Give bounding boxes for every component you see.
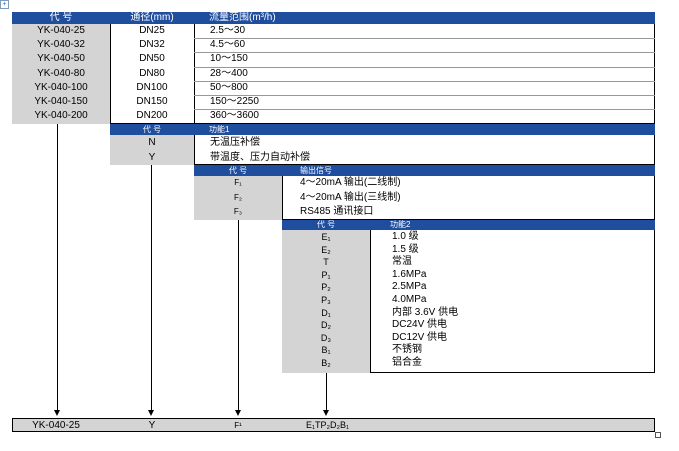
table4-desc-cell: 内部 3.6V 供电	[392, 306, 459, 318]
example-function1: Y	[148, 420, 156, 431]
example-function2: E₁TP₂D₂B₁	[306, 420, 350, 430]
table4-code-cell: D₂	[321, 320, 331, 331]
table1-flow-cell: 10～150	[210, 53, 248, 65]
table4-code-cell: E₁	[321, 232, 331, 242]
table1-diameter-cell: DN200	[136, 110, 168, 122]
table2-code-cell: Y	[148, 151, 156, 163]
table4-desc-cell: DC24V 供电	[392, 319, 448, 331]
table4-code-cell: P₂	[321, 282, 331, 293]
table1-header-diameter: 通径(mm)	[130, 12, 174, 23]
table1-row-rule	[194, 80, 655, 82]
table3-desc-cell: 4～20mA 输出(二线制)	[300, 177, 401, 188]
connector-line-function1	[151, 165, 152, 411]
connector-line-output	[238, 220, 239, 411]
move-handle-icon[interactable]: +	[0, 0, 9, 9]
table1-row-rule	[194, 52, 655, 54]
table1-header-row: 代 号 通径(mm) 流量范围(m³/h)	[12, 12, 655, 24]
table1-code-cell: YK-040-32	[37, 39, 85, 51]
table2-desc-cell: 无温压补偿	[210, 137, 260, 148]
table3-desc-cell: 4～20mA 输出(三线制)	[300, 191, 401, 203]
table3-header-row: 代 号 输出信号	[194, 165, 655, 176]
table3-header-output: 输出信号	[300, 166, 332, 175]
table1-diameter-cell: DN150	[136, 96, 168, 107]
table4-code-cell: P₁	[321, 269, 331, 280]
table4-code-cell: D₃	[320, 332, 332, 343]
table2-header-function1: 功能1	[209, 125, 230, 134]
arrow-down-icon	[235, 410, 241, 416]
table1-row-rule	[194, 38, 655, 40]
arrow-down-icon	[323, 410, 329, 416]
table4-desc-cell: 1.5 级	[392, 243, 419, 255]
table4-divider	[370, 230, 371, 373]
table1-diameter-cell: DN32	[139, 39, 165, 51]
connector-line-model	[57, 124, 58, 411]
table3-code-cell: F₂	[234, 192, 242, 202]
table4-code-cell: E₂	[321, 244, 331, 255]
table2-header-code: 代 号	[142, 125, 162, 134]
table1-flow-cell: 28～400	[210, 67, 248, 79]
table1-diameter-cell: DN25	[139, 25, 165, 36]
table1-diameter-cell: DN50	[139, 53, 165, 65]
table1-flow-cell: 50～800	[210, 81, 248, 93]
arrow-down-icon	[148, 410, 154, 416]
table4-code-cell: D₁	[321, 307, 331, 318]
table2-divider	[194, 135, 195, 165]
table1-row-rule	[194, 66, 655, 68]
arrow-down-icon	[54, 410, 60, 416]
example-model: YK-040-25	[32, 420, 80, 431]
table4-header-code: 代 号	[316, 220, 336, 229]
table4-desc-cell: 常温	[392, 256, 412, 268]
table3-divider	[282, 176, 283, 220]
table3-header-code: 代 号	[228, 166, 248, 175]
table4-code-cell: B₂	[321, 358, 331, 368]
table3-desc-cell: RS485 通讯接口	[300, 206, 374, 217]
example-output: F¹	[234, 421, 242, 430]
table1-code-cell: YK-040-50	[37, 53, 85, 65]
table1-flow-cell: 2.5～30	[210, 25, 246, 36]
table4-desc-cell: 4.0MPa	[392, 294, 427, 305]
table4-desc-cell: 2.5MPa	[392, 281, 427, 293]
table1-row-rule	[194, 95, 655, 96]
table4-desc-cell: 铝合金	[392, 357, 422, 368]
table4-desc-cell: 1.6MPa	[392, 268, 427, 280]
table4-desc-cell: DC12V 供电	[392, 331, 448, 343]
table3-code-cell: F₃	[233, 207, 243, 216]
table4-desc-cell: 1.0 级	[392, 231, 419, 242]
table3-code-cell: F₁	[234, 178, 242, 187]
table4-code-cell: B₁	[321, 345, 331, 356]
table1-flow-cell: 4.5～60	[210, 39, 246, 51]
table2-code-cell: N	[148, 137, 156, 148]
table1-header-flow: 流量范围(m³/h)	[209, 12, 276, 23]
table4-header-function2: 功能2	[390, 220, 411, 229]
table1-code-cell: YK-040-150	[34, 96, 88, 107]
table1-code-cell: YK-040-25	[37, 25, 85, 36]
table4-header-row: 代 号 功能2	[282, 220, 655, 230]
table2-desc-cell: 带温度、压力自动补偿	[210, 151, 310, 163]
table1-code-cell: YK-040-80	[37, 67, 85, 79]
table1-code-cell: YK-040-100	[34, 81, 88, 93]
resize-handle-icon[interactable]	[655, 432, 661, 438]
table1-flow-cell: 360～3600	[210, 110, 259, 122]
table1-diameter-cell: DN100	[136, 81, 168, 93]
table4-code-cell: T	[323, 257, 329, 268]
connector-line-function2	[326, 373, 327, 411]
table1-flow-cell: 150～2250	[210, 96, 259, 107]
table1-diameter-cell: DN80	[139, 67, 165, 79]
table1-row-rule	[194, 109, 655, 111]
table2-header-row: 代 号 功能1	[110, 124, 655, 135]
table1-header-code: 代 号	[49, 12, 73, 23]
table4-desc-cell: 不锈钢	[392, 344, 422, 356]
table4-code-cell: P₃	[321, 295, 331, 305]
table1-code-cell: YK-040-200	[34, 110, 88, 122]
